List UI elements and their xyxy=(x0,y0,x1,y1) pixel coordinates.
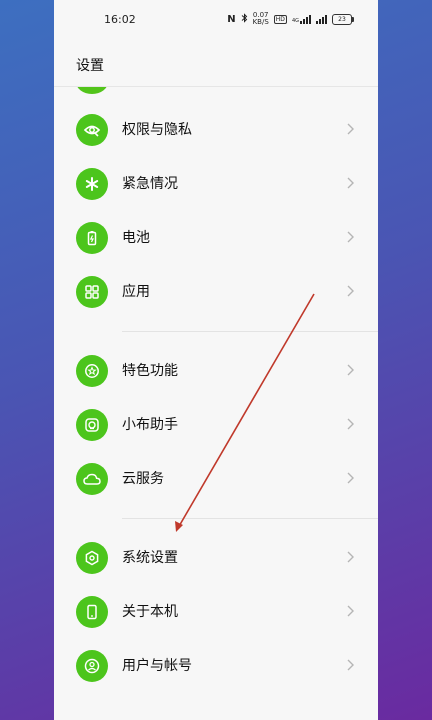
star-badge-icon xyxy=(76,355,108,387)
chevron-right-icon xyxy=(347,123,354,135)
settings-item-apps[interactable]: 应用 xyxy=(54,265,378,319)
cloud-icon xyxy=(76,463,108,495)
settings-item-label: 云服务 xyxy=(122,471,164,487)
chevron-right-icon xyxy=(347,551,354,563)
settings-item-system-settings[interactable]: 系统设置 xyxy=(54,531,378,585)
settings-item-battery[interactable]: 电池 xyxy=(54,211,378,265)
hexagon-settings-icon xyxy=(76,542,108,574)
nfc-icon: N xyxy=(227,13,236,25)
status-bar: 16:02 N 0.07 KB/S HD 4G 23 xyxy=(54,0,378,38)
privacy-eye-icon xyxy=(76,114,108,146)
settings-item-label: 特色功能 xyxy=(122,363,178,379)
status-icons: N 0.07 KB/S HD 4G 23 xyxy=(227,12,354,26)
bluetooth-icon xyxy=(241,12,248,26)
settings-item-about-phone[interactable]: 关于本机 xyxy=(54,585,378,639)
apps-grid-icon xyxy=(76,276,108,308)
settings-item-assistant[interactable]: 小布助手 xyxy=(54,398,378,452)
chevron-right-icon xyxy=(347,231,354,243)
settings-item-special-features[interactable]: 特色功能 xyxy=(54,344,378,398)
chevron-right-icon xyxy=(347,364,354,376)
chevron-right-icon xyxy=(347,285,354,297)
settings-item-label: 权限与隐私 xyxy=(122,122,192,138)
chevron-right-icon xyxy=(347,472,354,484)
settings-item-user-account[interactable]: 用户与帐号 xyxy=(54,639,378,693)
network-speed-unit: KB/S xyxy=(252,18,269,26)
settings-item-emergency[interactable]: 紧急情况 xyxy=(54,157,378,211)
settings-item-label: 紧急情况 xyxy=(122,176,178,192)
settings-item-label: 关于本机 xyxy=(122,604,178,620)
phone-device-icon xyxy=(76,596,108,628)
settings-screen: 16:02 N 0.07 KB/S HD 4G 23 设置 权限与隐私 紧急情况… xyxy=(54,0,378,720)
status-time: 16:02 xyxy=(104,13,136,26)
settings-item-cloud[interactable]: 云服务 xyxy=(54,452,378,506)
battery-indicator: 23 xyxy=(332,13,354,25)
section-divider xyxy=(122,518,378,519)
settings-item-label: 系统设置 xyxy=(122,550,178,566)
emergency-asterisk-icon xyxy=(76,168,108,200)
chevron-right-icon xyxy=(347,605,354,617)
chevron-right-icon xyxy=(347,659,354,671)
user-account-icon xyxy=(76,650,108,682)
signal-label: 4G xyxy=(291,17,299,24)
settings-item-label: 应用 xyxy=(122,284,150,300)
settings-item-label: 电池 xyxy=(122,230,150,246)
battery-icon xyxy=(76,222,108,254)
chevron-right-icon xyxy=(347,418,354,430)
settings-item-label: 小布助手 xyxy=(122,417,178,433)
page-title: 设置 xyxy=(76,58,104,74)
signal-icon: 4G xyxy=(291,14,311,24)
section-divider xyxy=(122,331,378,332)
network-speed: 0.07 KB/S xyxy=(253,12,269,26)
chevron-right-icon xyxy=(347,177,354,189)
wifi-signal-icon xyxy=(316,14,327,24)
settings-item-privacy[interactable]: 权限与隐私 xyxy=(54,103,378,157)
assistant-icon xyxy=(76,409,108,441)
settings-item-label: 用户与帐号 xyxy=(122,658,192,674)
hd-badge: HD xyxy=(273,14,287,24)
header-divider xyxy=(54,86,378,87)
